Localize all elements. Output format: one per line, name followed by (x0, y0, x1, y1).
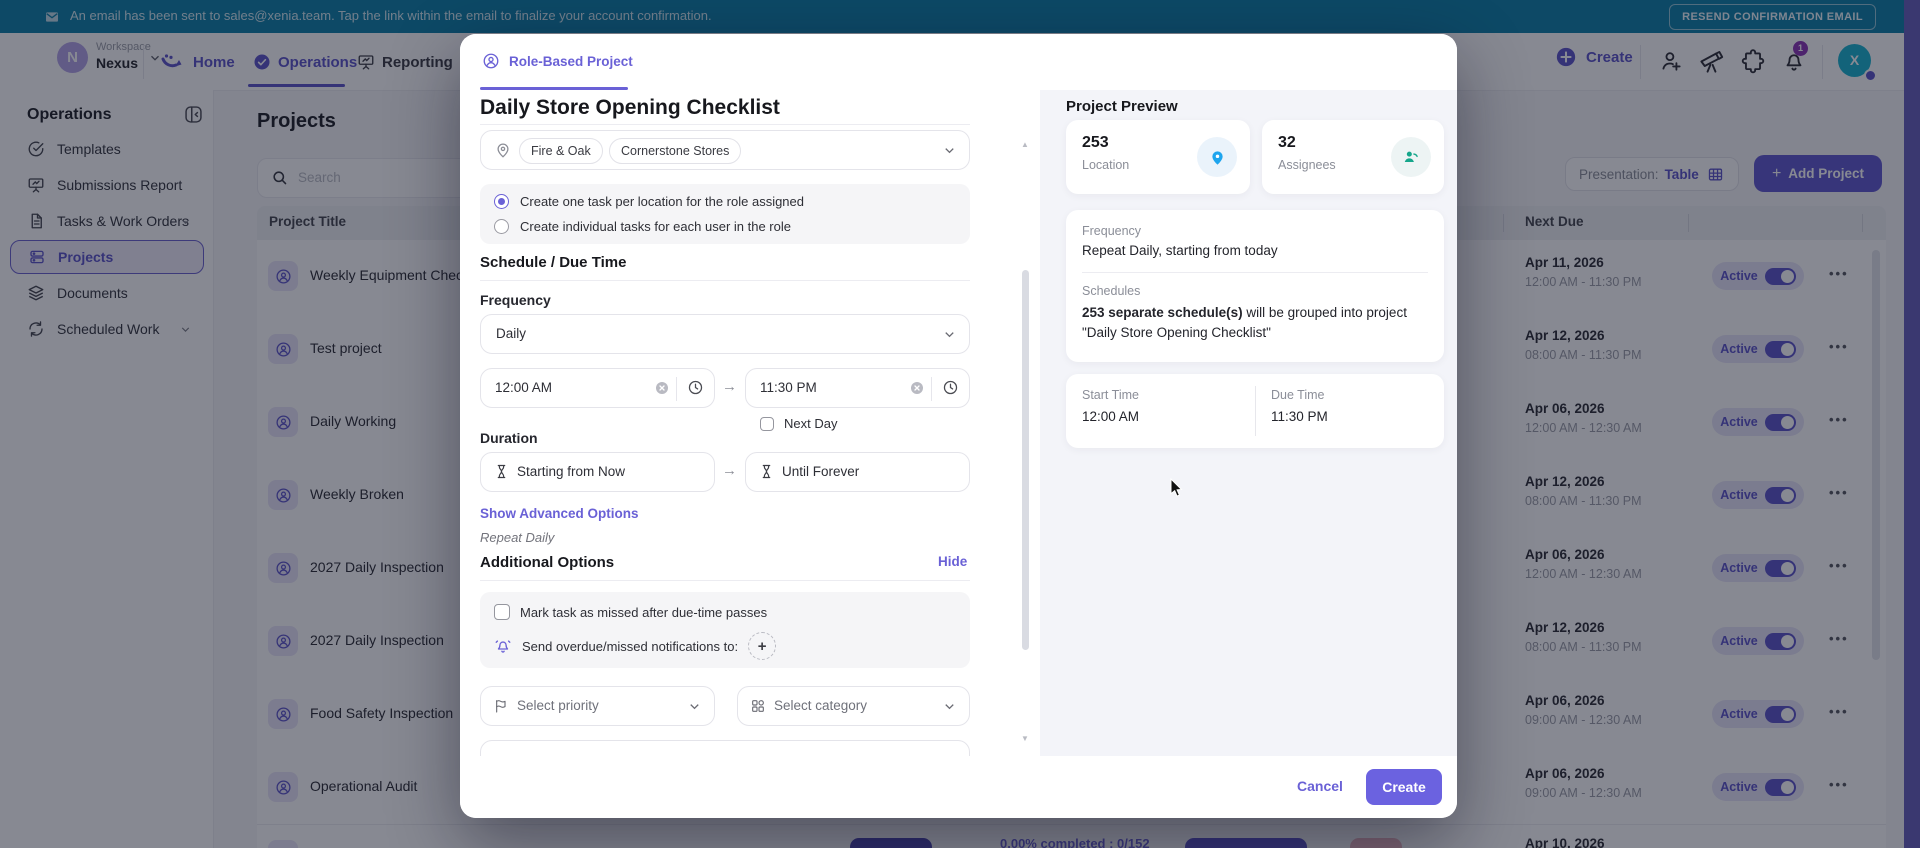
scroll-up-arrow[interactable]: ▲ (1021, 140, 1029, 149)
clock-icon[interactable] (687, 379, 704, 396)
map-pin-icon (494, 141, 512, 159)
end-time-value: 11:30 PM (760, 380, 817, 395)
chevron-down-icon (942, 327, 957, 342)
schedules-project-name: "Daily Store Opening Checklist" (1082, 325, 1271, 340)
category-grid-icon (750, 698, 766, 714)
modal-footer: Cancel Create (460, 756, 1457, 818)
frequency-label: Frequency (480, 292, 551, 308)
missed-options-card: Mark task as missed after due-time passe… (480, 592, 970, 668)
people-icon (1391, 137, 1431, 177)
clipped-next-field (480, 740, 970, 756)
duration-start-input[interactable]: Starting from Now (480, 452, 715, 492)
next-day-label: Next Day (784, 416, 838, 431)
radio-selected-icon (494, 194, 509, 209)
show-advanced-options-link[interactable]: Show Advanced Options (480, 506, 639, 521)
checkbox-icon (760, 416, 774, 431)
category-select[interactable]: Select category (737, 686, 970, 726)
radio-unselected-icon (494, 219, 509, 234)
radio-one-task-per-location[interactable]: Create one task per location for the rol… (494, 194, 804, 209)
start-time-value: 12:00 AM (1082, 409, 1140, 424)
priority-placeholder: Select priority (517, 698, 599, 713)
location-selector[interactable]: Fire & Oak Cornerstone Stores (480, 130, 970, 170)
preview-schedules-label: Schedules (1082, 284, 1141, 298)
chevron-down-icon (942, 699, 957, 714)
radio-individual-tasks[interactable]: Create individual tasks for each user in… (494, 219, 791, 234)
end-time-input[interactable]: 11:30 PM (745, 368, 970, 408)
mark-missed-checkbox[interactable]: Mark task as missed after due-time passe… (494, 604, 767, 620)
clear-icon[interactable] (654, 380, 670, 396)
hide-link[interactable]: Hide (938, 554, 967, 569)
due-time-label: Due Time (1271, 388, 1325, 402)
location-chip: Cornerstone Stores (609, 138, 742, 164)
schedules-rest: will be grouped into project (1242, 305, 1407, 320)
tab-label: Role-Based Project (509, 53, 633, 69)
clock-icon[interactable] (942, 379, 959, 396)
start-time-value: 12:00 AM (495, 380, 553, 395)
arrow-right-icon: → (722, 378, 737, 395)
preview-schedules-text: 253 separate schedule(s) will be grouped… (1082, 303, 1428, 343)
modal-tabbar: Role-Based Project (460, 34, 1457, 91)
preview-heading: Project Preview (1066, 98, 1178, 115)
schedule-section-heading: Schedule / Due Time (480, 254, 627, 271)
radio-label: Create one task per location for the rol… (520, 194, 805, 209)
priority-select[interactable]: Select priority (480, 686, 715, 726)
task-mode-group: Create one task per location for the rol… (480, 184, 970, 244)
person-circle-icon (483, 53, 499, 69)
additional-options-heading: Additional Options (480, 554, 615, 571)
notifications-label: Send overdue/missed notifications to: (522, 638, 739, 654)
app-root: An email has been sent to sales@xenia.te… (0, 0, 1920, 848)
category-placeholder: Select category (774, 698, 868, 713)
arrow-right-icon: → (722, 462, 737, 479)
hourglass-icon (493, 463, 510, 480)
frequency-value: Daily (496, 326, 527, 341)
duration-end-value: Until Forever (782, 464, 860, 479)
add-notification-recipient-button[interactable]: + (748, 632, 777, 660)
duration-start-value: Starting from Now (517, 464, 626, 479)
radio-label: Create individual tasks for each user in… (520, 219, 791, 234)
schedules-count: 253 separate schedule(s) (1082, 305, 1243, 320)
location-label: Location (1082, 158, 1130, 172)
location-chip: Fire & Oak (519, 138, 603, 164)
preview-frequency-value: Repeat Daily, starting from today (1082, 243, 1278, 258)
cancel-button[interactable]: Cancel (1290, 778, 1350, 794)
hourglass-icon (758, 463, 775, 480)
project-name-title[interactable]: Daily Store Opening Checklist (480, 96, 780, 120)
location-count: 253 (1082, 134, 1109, 151)
mouse-cursor (1170, 478, 1187, 498)
modal-scrollbar-thumb[interactable] (1022, 270, 1029, 650)
map-pin-icon (1197, 137, 1237, 177)
times-card: Start Time 12:00 AM Due Time 11:30 PM (1066, 374, 1444, 448)
assignee-count-card: 32 Assignees (1262, 120, 1444, 194)
clear-icon[interactable] (909, 380, 925, 396)
modal-form-pane: Daily Store Opening Checklist Fire & Oak… (460, 90, 1040, 756)
project-preview-pane: Project Preview 253 Location 32 Assignee… (1040, 90, 1457, 756)
assignee-count: 32 (1278, 134, 1296, 151)
flag-icon (493, 698, 509, 714)
start-time-input[interactable]: 12:00 AM (480, 368, 715, 408)
frequency-select[interactable]: Daily (480, 314, 970, 354)
checkbox-icon (494, 604, 510, 620)
overdue-notifications-row: Send overdue/missed notifications to: + (494, 632, 777, 660)
chevron-down-icon[interactable] (942, 143, 957, 158)
preview-frequency-label: Frequency (1082, 224, 1142, 238)
frequency-schedules-card: Frequency Repeat Daily, starting from to… (1066, 210, 1444, 362)
duration-end-input[interactable]: Until Forever (745, 452, 970, 492)
due-time-value: 11:30 PM (1271, 409, 1328, 424)
duration-label: Duration (480, 430, 538, 446)
location-count-card: 253 Location (1066, 120, 1250, 194)
assignee-label: Assignees (1278, 158, 1336, 172)
bell-icon (494, 637, 512, 655)
next-day-checkbox[interactable]: Next Day (760, 416, 837, 431)
create-project-modal: Role-Based Project Daily Store Opening C… (460, 34, 1457, 818)
scroll-down-arrow[interactable]: ▼ (1021, 734, 1029, 743)
create-submit-button[interactable]: Create (1366, 769, 1442, 805)
tab-role-based-project[interactable]: Role-Based Project (482, 52, 633, 70)
start-time-label: Start Time (1082, 388, 1139, 402)
repeat-summary: Repeat Daily (480, 530, 555, 545)
chevron-down-icon (687, 699, 702, 714)
mark-missed-label: Mark task as missed after due-time passe… (520, 604, 768, 620)
